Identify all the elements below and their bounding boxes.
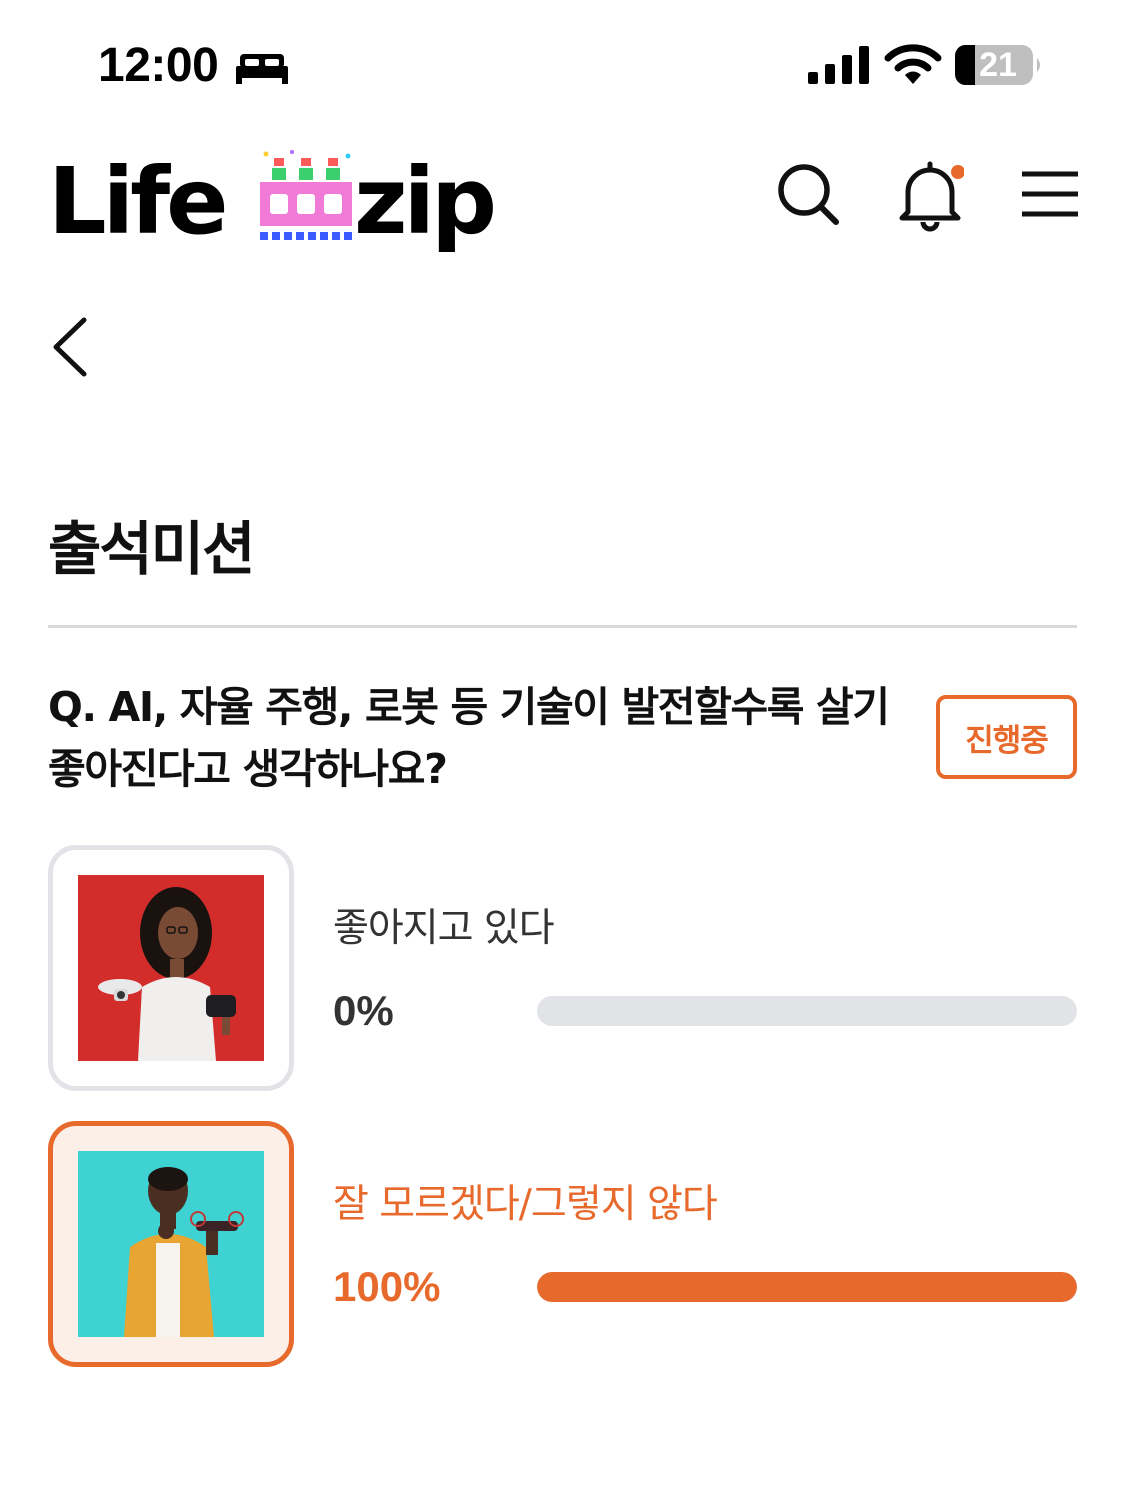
option-percentage: 0% (333, 987, 394, 1034)
option-label: 잘 모르겠다/그렇지 않다 (333, 1182, 718, 1227)
poll-option-1[interactable]: 좋아지고 있다 0% (48, 845, 1077, 1091)
poll-question: Q. AI, 자율 주행, 로봇 등 기술이 발전할수록 살기 좋아진다고 생각… (48, 683, 890, 793)
menu-button[interactable] (1016, 160, 1084, 228)
divider (48, 625, 1077, 628)
cellular-signal-icon (808, 46, 869, 84)
menu-icon (1022, 171, 1078, 217)
option-label: 좋아지고 있다 (333, 906, 555, 951)
logo-text-right: zip (354, 148, 497, 255)
page-title: 출석미션 (48, 515, 255, 583)
option-thumbnail-frame (48, 845, 294, 1091)
option-thumbnail-frame-selected (48, 1121, 294, 1367)
poll-option-2[interactable]: 잘 모르겠다/그렇지 않다 100% (48, 1121, 1077, 1367)
notification-dot (951, 165, 965, 179)
search-icon (778, 164, 839, 225)
result-bar-track (537, 1272, 1077, 1302)
status-bar: 12:00 21 (0, 0, 1125, 130)
notifications-button[interactable] (896, 160, 965, 232)
brand-logo[interactable]: Life zip (48, 148, 512, 248)
search-button[interactable] (774, 160, 842, 228)
bell-icon (899, 161, 965, 232)
wifi-icon (884, 44, 942, 84)
status-time: 12:00 (98, 39, 219, 92)
logo-mark-icon (260, 150, 352, 240)
bed-icon (236, 54, 288, 84)
option-percentage: 100% (333, 1263, 441, 1310)
logo-text-left: Life (48, 148, 229, 255)
status-badge: 진행중 (936, 695, 1077, 779)
app-header: Life zip (0, 130, 1125, 260)
poll-page: 12:00 21 Life zip 출석미션 Q. AI, 자율 주행, 로봇 … (0, 0, 1125, 1493)
battery-level: 21 (979, 46, 1017, 84)
option-image-man-drone (78, 1151, 264, 1337)
chevron-left-icon (53, 317, 87, 377)
result-bar-track (537, 996, 1077, 1026)
option-image-woman-drone (78, 875, 264, 1061)
back-button[interactable] (44, 314, 96, 380)
result-bar-fill (537, 1272, 1077, 1302)
